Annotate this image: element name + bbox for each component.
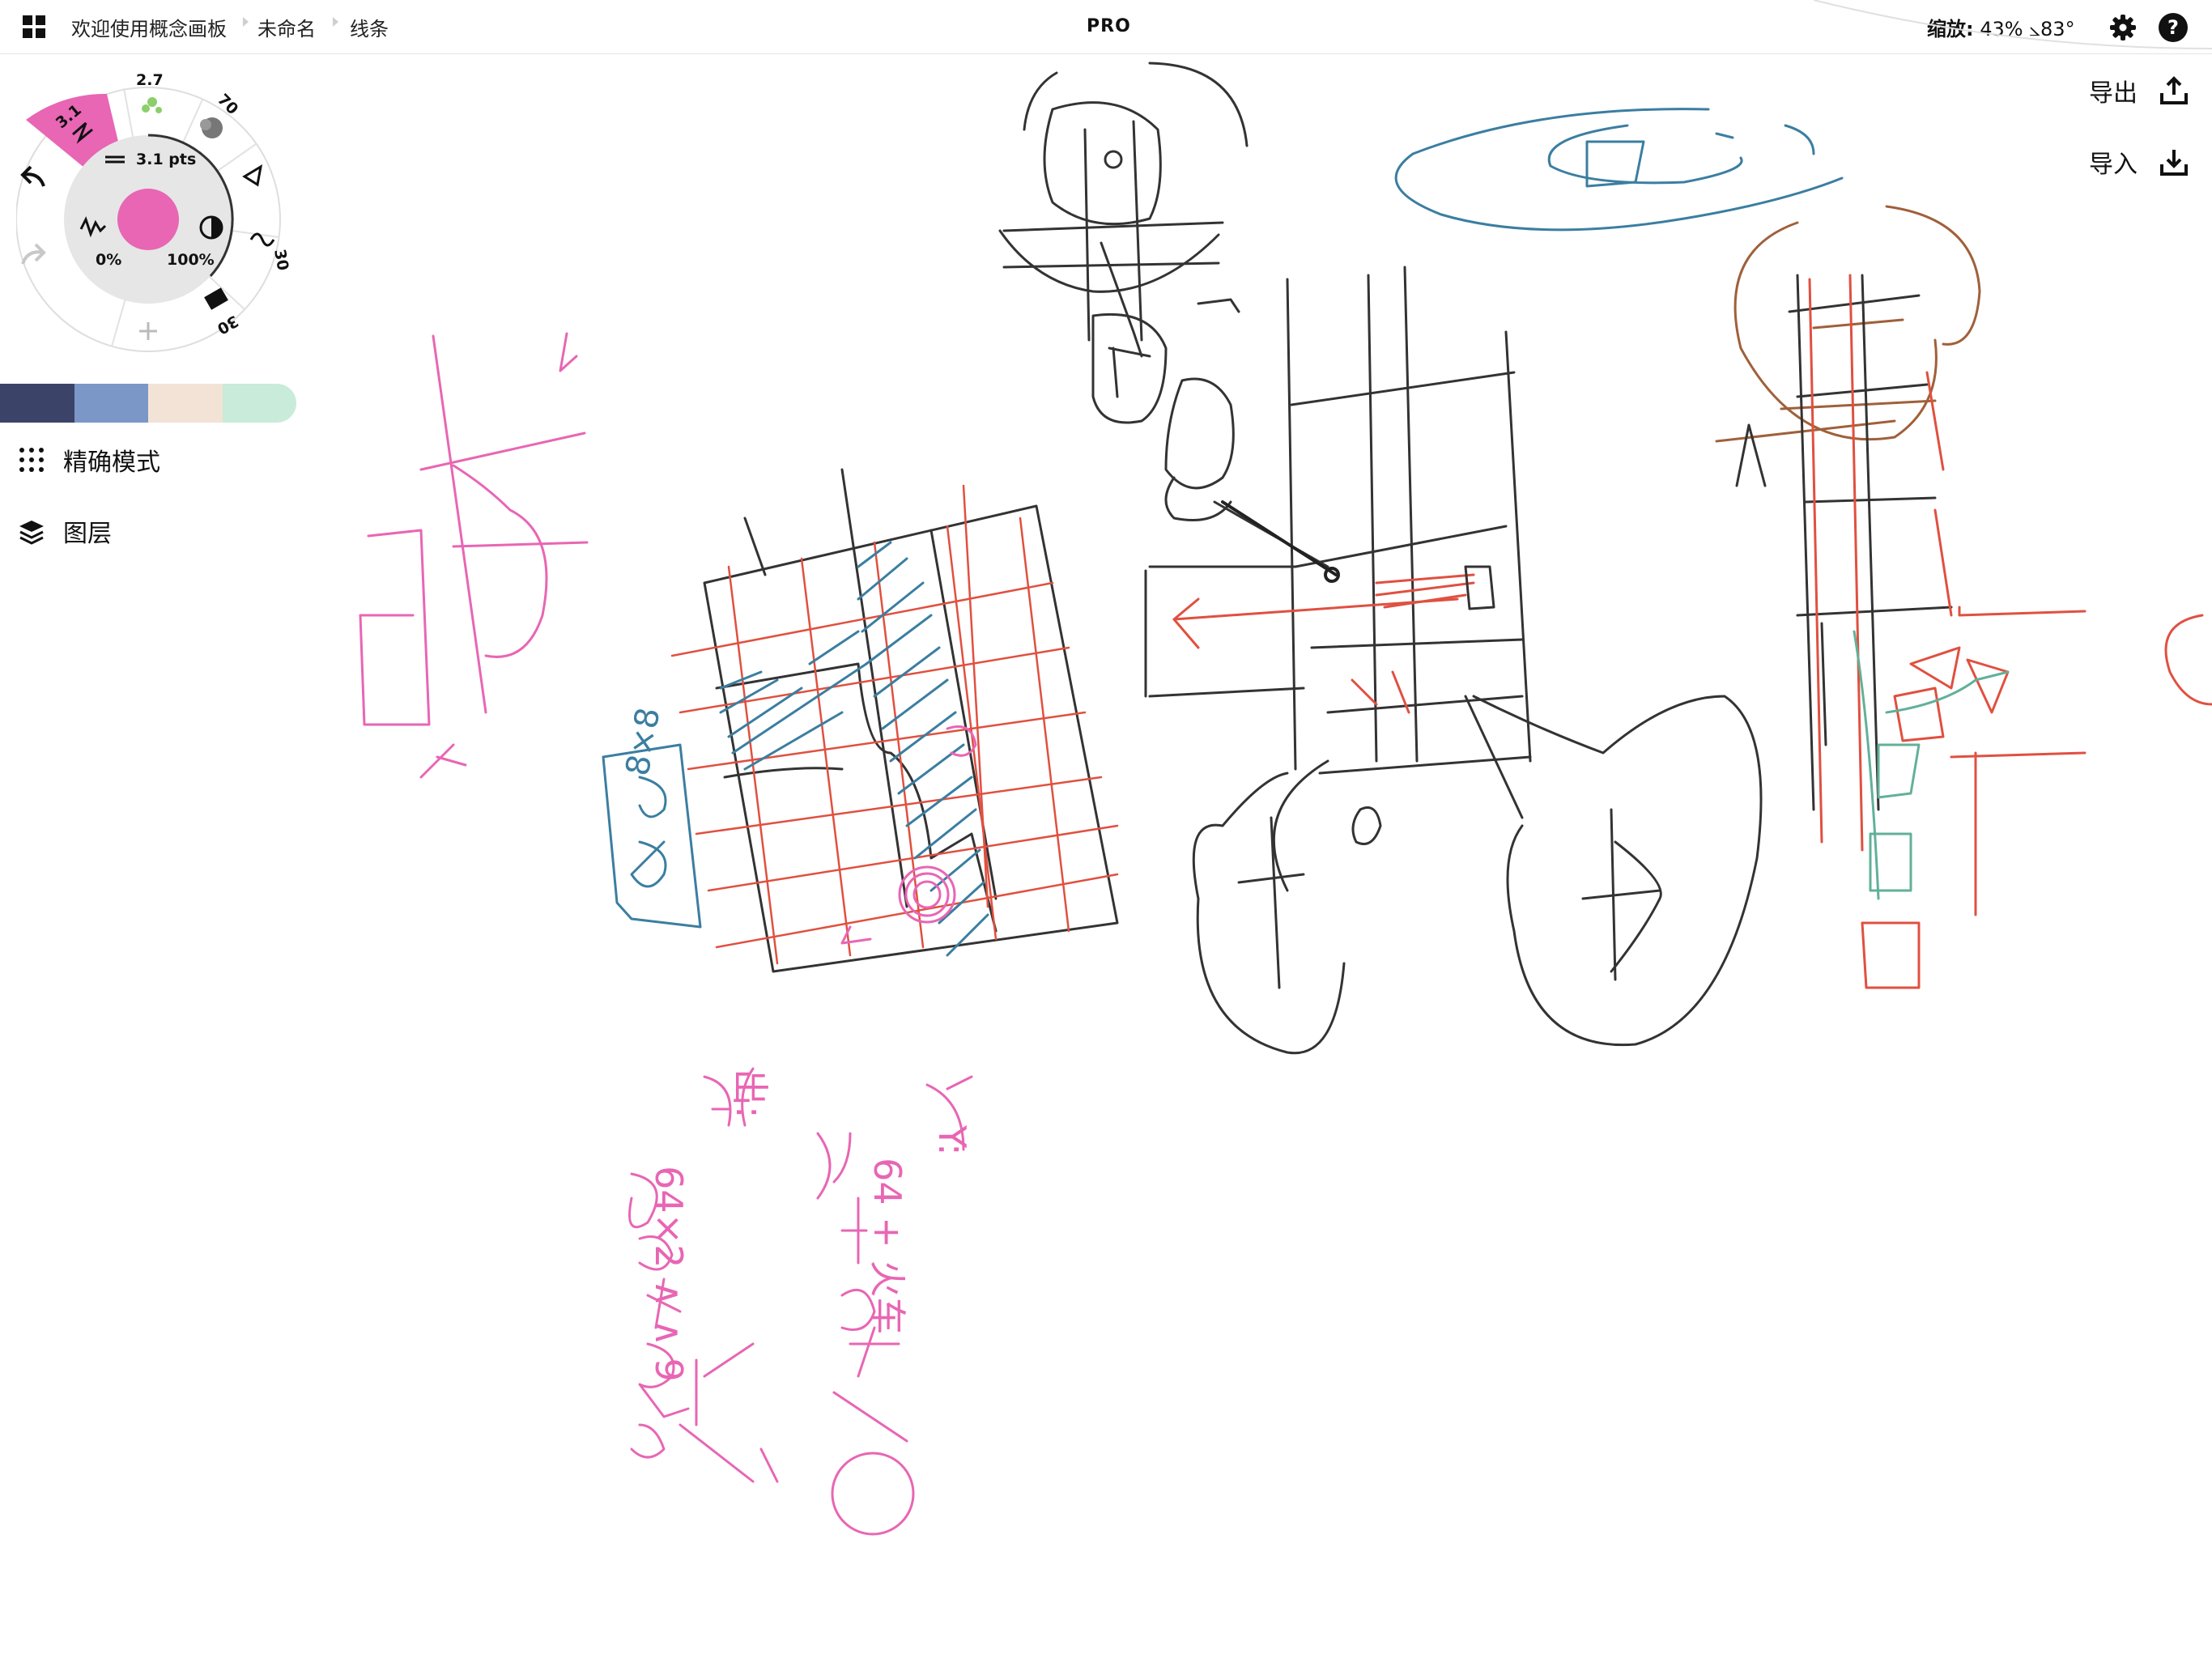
sketch-right-edge-red — [2164, 614, 2212, 706]
sketch-small-box — [1464, 565, 1495, 610]
sketch-blue-ellipse — [1394, 108, 1844, 232]
note-out-label: 出: — [728, 1069, 772, 1119]
apps-grid-icon[interactable] — [23, 15, 47, 40]
sketch-dark-arrow — [1221, 500, 1340, 583]
sketch-grid-black — [703, 468, 1119, 973]
breadcrumb-gallery[interactable]: 欢迎使用概念画板 — [71, 13, 227, 41]
note-expression-2: 64×2 ∧ ∧ 9 — [647, 1166, 691, 1382]
sketch-brown-structure — [1715, 205, 1981, 443]
breadcrumb-separator — [243, 17, 249, 27]
note-y-label: Y: — [930, 1124, 974, 1156]
sketch-right-teal — [1853, 630, 2010, 900]
pro-badge[interactable]: PRO — [1087, 16, 1131, 36]
note-blue-box: 8×8 — [619, 705, 668, 779]
breadcrumb-layer[interactable]: 线条 — [350, 13, 389, 41]
sketch-right-red — [1808, 274, 2087, 989]
breadcrumb-drawing[interactable]: 未命名 — [257, 13, 316, 41]
sketch-grid-red — [670, 484, 1119, 965]
sketch-pink-curve — [359, 332, 589, 779]
breadcrumb-separator — [333, 17, 338, 27]
sketch-right-black — [1735, 274, 1953, 811]
note-expression-1: 64 + 火车 — [866, 1158, 909, 1334]
drawing-canvas[interactable]: Y: 64 + 火车 出: 64×2 ∧ ∧ 9 8×8 — [0, 54, 2212, 1658]
